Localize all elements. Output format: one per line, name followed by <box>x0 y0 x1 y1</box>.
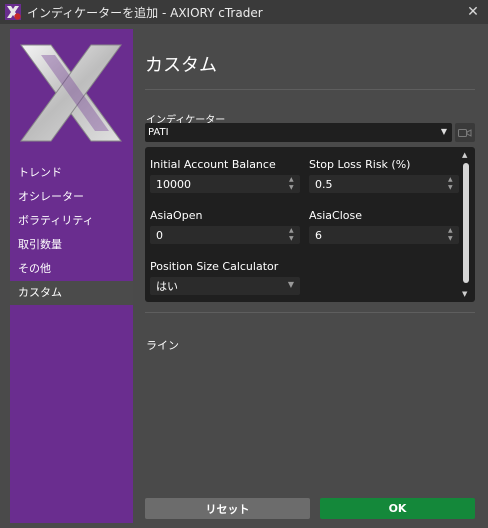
parameters-panel: Initial Account Balance 10000 ▲ ▼ Stop L… <box>145 147 475 302</box>
video-help-button[interactable] <box>455 123 475 142</box>
scroll-down-icon[interactable]: ▼ <box>462 290 467 298</box>
asia-close-label: AsiaClose <box>309 209 363 222</box>
title-divider <box>145 89 475 90</box>
asia-close-input[interactable]: 6 ▲ ▼ <box>309 226 459 244</box>
position-size-label: Position Size Calculator <box>150 260 279 273</box>
stepper-down-icon[interactable]: ▼ <box>448 185 455 191</box>
initial-balance-input[interactable]: 10000 ▲ ▼ <box>150 175 300 193</box>
position-size-value: はい <box>156 280 178 293</box>
window-title: インディケーターを追加 - AXIORY cTrader <box>27 5 263 20</box>
sidebar-item-custom[interactable]: カスタム <box>10 281 133 305</box>
initial-balance-label: Initial Account Balance <box>150 158 276 171</box>
asia-close-value: 6 <box>315 228 322 242</box>
stop-loss-value: 0.5 <box>315 177 333 191</box>
stepper-up-icon[interactable]: ▲ <box>289 228 296 234</box>
app-icon <box>5 4 21 20</box>
sidebar-item-volatility[interactable]: ボラティリティ <box>10 209 133 233</box>
scrollbar-thumb[interactable] <box>463 163 469 283</box>
video-icon <box>458 123 472 142</box>
reset-button[interactable]: リセット <box>145 498 310 519</box>
stepper-up-icon[interactable]: ▲ <box>289 177 296 183</box>
category-sidebar: トレンド オシレーター ボラティリティ 取引数量 その他 カスタム <box>10 29 133 523</box>
section-divider <box>145 312 475 313</box>
main-panel: カスタム インディケーター PATI ▼ Initial Account Bal… <box>145 29 475 523</box>
close-button[interactable]: ✕ <box>464 3 482 21</box>
stop-loss-input[interactable]: 0.5 ▲ ▼ <box>309 175 459 193</box>
stepper-up-icon[interactable]: ▲ <box>448 177 455 183</box>
dialog-body: トレンド オシレーター ボラティリティ 取引数量 その他 カスタム カスタム イ… <box>0 24 488 528</box>
title-bar: インディケーターを追加 - AXIORY cTrader ✕ <box>0 0 488 24</box>
chevron-down-icon: ▼ <box>440 127 447 136</box>
page-title: カスタム <box>145 55 217 76</box>
stepper-down-icon[interactable]: ▼ <box>448 236 455 242</box>
asia-open-stepper[interactable]: ▲ ▼ <box>289 228 296 242</box>
category-list: トレンド オシレーター ボラティリティ 取引数量 その他 カスタム <box>10 161 133 305</box>
lines-label: ライン <box>146 339 179 352</box>
asia-open-label: AsiaOpen <box>150 209 203 222</box>
asia-open-input[interactable]: 0 ▲ ▼ <box>150 226 300 244</box>
asia-close-stepper[interactable]: ▲ ▼ <box>448 228 455 242</box>
stop-loss-label: Stop Loss Risk (%) <box>309 158 411 171</box>
indicator-select[interactable]: PATI ▼ <box>145 123 452 142</box>
sidebar-item-other[interactable]: その他 <box>10 257 133 281</box>
sidebar-item-volume[interactable]: 取引数量 <box>10 233 133 257</box>
asia-open-value: 0 <box>156 228 163 242</box>
stepper-down-icon[interactable]: ▼ <box>289 236 296 242</box>
sidebar-item-oscillator[interactable]: オシレーター <box>10 185 133 209</box>
stepper-up-icon[interactable]: ▲ <box>448 228 455 234</box>
stop-loss-stepper[interactable]: ▲ ▼ <box>448 177 455 191</box>
axiory-logo <box>17 41 125 145</box>
chevron-down-icon: ▼ <box>287 280 294 289</box>
indicator-value: PATI <box>148 127 169 138</box>
close-icon: ✕ <box>467 4 479 20</box>
initial-balance-value: 10000 <box>156 177 191 191</box>
sidebar-item-trend[interactable]: トレンド <box>10 161 133 185</box>
position-size-select[interactable]: はい ▼ <box>150 277 300 295</box>
ok-button[interactable]: OK <box>320 498 475 519</box>
parameters-scrollbar[interactable]: ▲ ▼ <box>460 151 472 298</box>
initial-balance-stepper[interactable]: ▲ ▼ <box>289 177 296 191</box>
scroll-up-icon[interactable]: ▲ <box>462 151 467 159</box>
stepper-down-icon[interactable]: ▼ <box>289 185 296 191</box>
